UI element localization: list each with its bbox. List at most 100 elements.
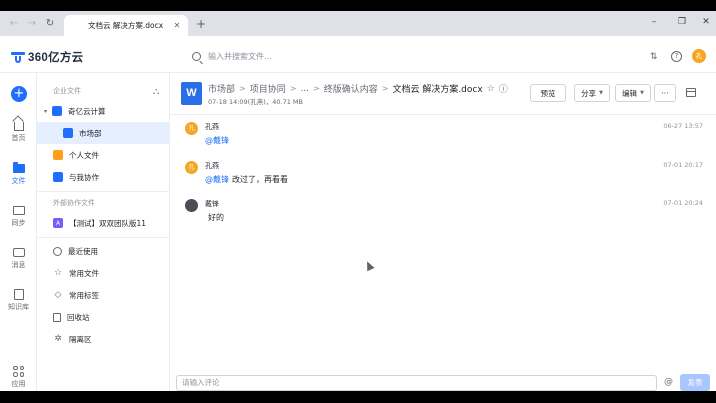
- more-button[interactable]: ···: [654, 84, 676, 102]
- rail-item-label: 知识库: [8, 303, 29, 311]
- comment-input[interactable]: 请输入评论: [176, 375, 657, 391]
- rail-item-label: 首页: [11, 134, 26, 142]
- user-avatar[interactable]: 孔: [692, 49, 706, 63]
- tree-item-external-team[interactable]: A 【测试】双双团队版11: [37, 212, 169, 234]
- tree-item-recycle[interactable]: 回收站: [37, 306, 169, 328]
- app-window: ← → ↻ 文档云 解决方案.docx ✕ + – ❐ ✕ 360亿方云 输入并…: [0, 11, 716, 391]
- breadcrumb: 市场部 > 项目协同 > ... > 终版确认内容 > 文档云 解决方案.doc…: [208, 82, 508, 96]
- message-icon: [12, 247, 25, 257]
- star-icon: ☆: [53, 268, 63, 278]
- chevron-down-icon: ▼: [599, 90, 603, 96]
- preview-button[interactable]: 预览: [530, 84, 566, 102]
- app-header: 360亿方云 输入并搜索文件... ⇅ ? 孔: [0, 36, 716, 73]
- layout-toggle-icon[interactable]: [686, 88, 696, 97]
- team-icon: A: [53, 218, 63, 228]
- tree-item-label: 【测试】双双团队版11: [69, 218, 147, 228]
- tree-item-label: 常用文件: [69, 268, 99, 278]
- personal-files-icon: [53, 150, 63, 160]
- logo-mark-icon: [11, 51, 25, 63]
- tree-item-label: 与我协作: [69, 172, 99, 182]
- share-button[interactable]: 分享 ▼: [574, 84, 610, 102]
- shared-icon: [53, 172, 63, 182]
- breadcrumb-item[interactable]: 项目协同: [250, 82, 286, 95]
- tree-item-personal[interactable]: 个人文件: [37, 144, 169, 166]
- minimize-button[interactable]: –: [647, 17, 661, 27]
- caret-down-icon[interactable]: ▾: [44, 108, 52, 115]
- logo[interactable]: 360亿方云: [11, 49, 84, 65]
- transfer-icon[interactable]: ⇅: [650, 52, 658, 62]
- help-icon[interactable]: ?: [671, 51, 682, 62]
- left-rail: + 首页 文件 同步 消息 知识库 应用: [0, 73, 37, 391]
- rail-item-knowledge-base[interactable]: 知识库: [0, 288, 37, 312]
- tree-item-shared[interactable]: 与我协作: [37, 166, 169, 188]
- rail-item-apps[interactable]: 应用: [0, 365, 37, 389]
- rail-item-sync[interactable]: 同步: [0, 204, 37, 228]
- search-input[interactable]: 输入并搜索文件...: [208, 51, 272, 62]
- breadcrumb-separator: >: [381, 84, 389, 93]
- search-box[interactable]: 输入并搜索文件...: [192, 51, 272, 62]
- forward-button[interactable]: →: [25, 16, 39, 30]
- breadcrumb-separator: >: [289, 84, 297, 93]
- restore-button[interactable]: ❐: [675, 17, 689, 27]
- comment-item: 孔 孔燕 @戴锋 改过了，再看看 07-01 20:17: [170, 161, 716, 191]
- avatar[interactable]: [185, 199, 198, 212]
- tree-item-favorites[interactable]: ☆ 常用文件: [37, 262, 169, 284]
- back-button[interactable]: ←: [7, 16, 21, 30]
- new-tab-button[interactable]: +: [196, 17, 206, 31]
- comment-item: 孔 孔燕 @戴锋 06-27 13:57: [170, 122, 716, 152]
- edit-button[interactable]: 编辑 ▼: [615, 84, 651, 102]
- preview-label: 预览: [540, 88, 556, 98]
- breadcrumb-separator: >: [239, 84, 246, 93]
- department-icon: [63, 128, 73, 138]
- comment-text: 改过了，再看看: [232, 175, 288, 184]
- add-button[interactable]: +: [11, 86, 27, 102]
- breadcrumb-item[interactable]: 终版确认内容: [324, 82, 378, 95]
- comment-author: 孔燕: [205, 162, 219, 170]
- comment-time: 06-27 13:57: [663, 122, 703, 130]
- close-window-button[interactable]: ✕: [699, 17, 713, 27]
- browser-tab[interactable]: 文档云 解决方案.docx ✕: [64, 15, 188, 36]
- trash-icon: [53, 312, 61, 322]
- info-icon[interactable]: ⓘ: [499, 82, 508, 95]
- more-icon: ···: [661, 88, 669, 98]
- avatar[interactable]: 孔: [185, 122, 198, 135]
- comment-time: 07-01 20:17: [663, 161, 703, 169]
- tree-item-label: 个人文件: [69, 150, 99, 160]
- rail-item-label: 同步: [11, 219, 26, 227]
- reload-button[interactable]: ↻: [43, 16, 57, 30]
- tree-item-recent[interactable]: 最近使用: [37, 240, 169, 262]
- chevron-down-icon: ▼: [640, 90, 644, 96]
- send-button[interactable]: 发表: [680, 374, 710, 391]
- rail-item-home[interactable]: 首页: [0, 119, 37, 143]
- rail-item-label: 文件: [11, 177, 26, 185]
- org-chart-icon[interactable]: ⛬: [153, 87, 159, 97]
- search-icon: [192, 52, 201, 61]
- rail-item-label: 应用: [11, 380, 26, 388]
- rail-item-files[interactable]: 文件: [0, 161, 37, 186]
- file-meta: 07-18 14:09(孔燕)，40.71 MB: [208, 98, 303, 106]
- logo-text: 360亿方云: [28, 52, 84, 64]
- tree-item-company[interactable]: ▾ 奇亿云计算: [37, 100, 169, 122]
- mention-link[interactable]: @戴锋: [205, 175, 229, 184]
- star-icon[interactable]: ☆: [487, 84, 495, 94]
- comment-body: @戴锋 改过了，再看看: [205, 174, 288, 185]
- tree-item-department[interactable]: 市场部: [37, 122, 169, 144]
- tab-close-icon[interactable]: ✕: [172, 21, 182, 30]
- clock-icon: [53, 246, 62, 256]
- rail-item-messages[interactable]: 消息: [0, 246, 37, 270]
- mention-link[interactable]: @戴锋: [205, 136, 229, 145]
- breadcrumb-item[interactable]: ...: [300, 84, 309, 94]
- comment-time: 07-01 20:24: [663, 199, 703, 207]
- tree-item-tags[interactable]: ◇ 常用标签: [37, 284, 169, 306]
- document-header: W 市场部 > 项目协同 > ... > 终版确认内容 > 文档云 解决方案.d…: [170, 73, 716, 115]
- comment-author: 孔燕: [205, 123, 219, 131]
- file-name: 文档云 解决方案.docx: [392, 85, 483, 95]
- tree-item-isolation[interactable]: ✲ 隔离区: [37, 328, 169, 350]
- avatar[interactable]: 孔: [185, 161, 198, 174]
- mention-icon[interactable]: @: [664, 377, 673, 387]
- share-label: 分享: [581, 88, 597, 98]
- breadcrumb-item[interactable]: 市场部: [208, 82, 235, 95]
- comment-body: @戴锋: [205, 135, 232, 146]
- comment-text: 好的: [208, 213, 224, 222]
- breadcrumb-separator: >: [313, 84, 320, 93]
